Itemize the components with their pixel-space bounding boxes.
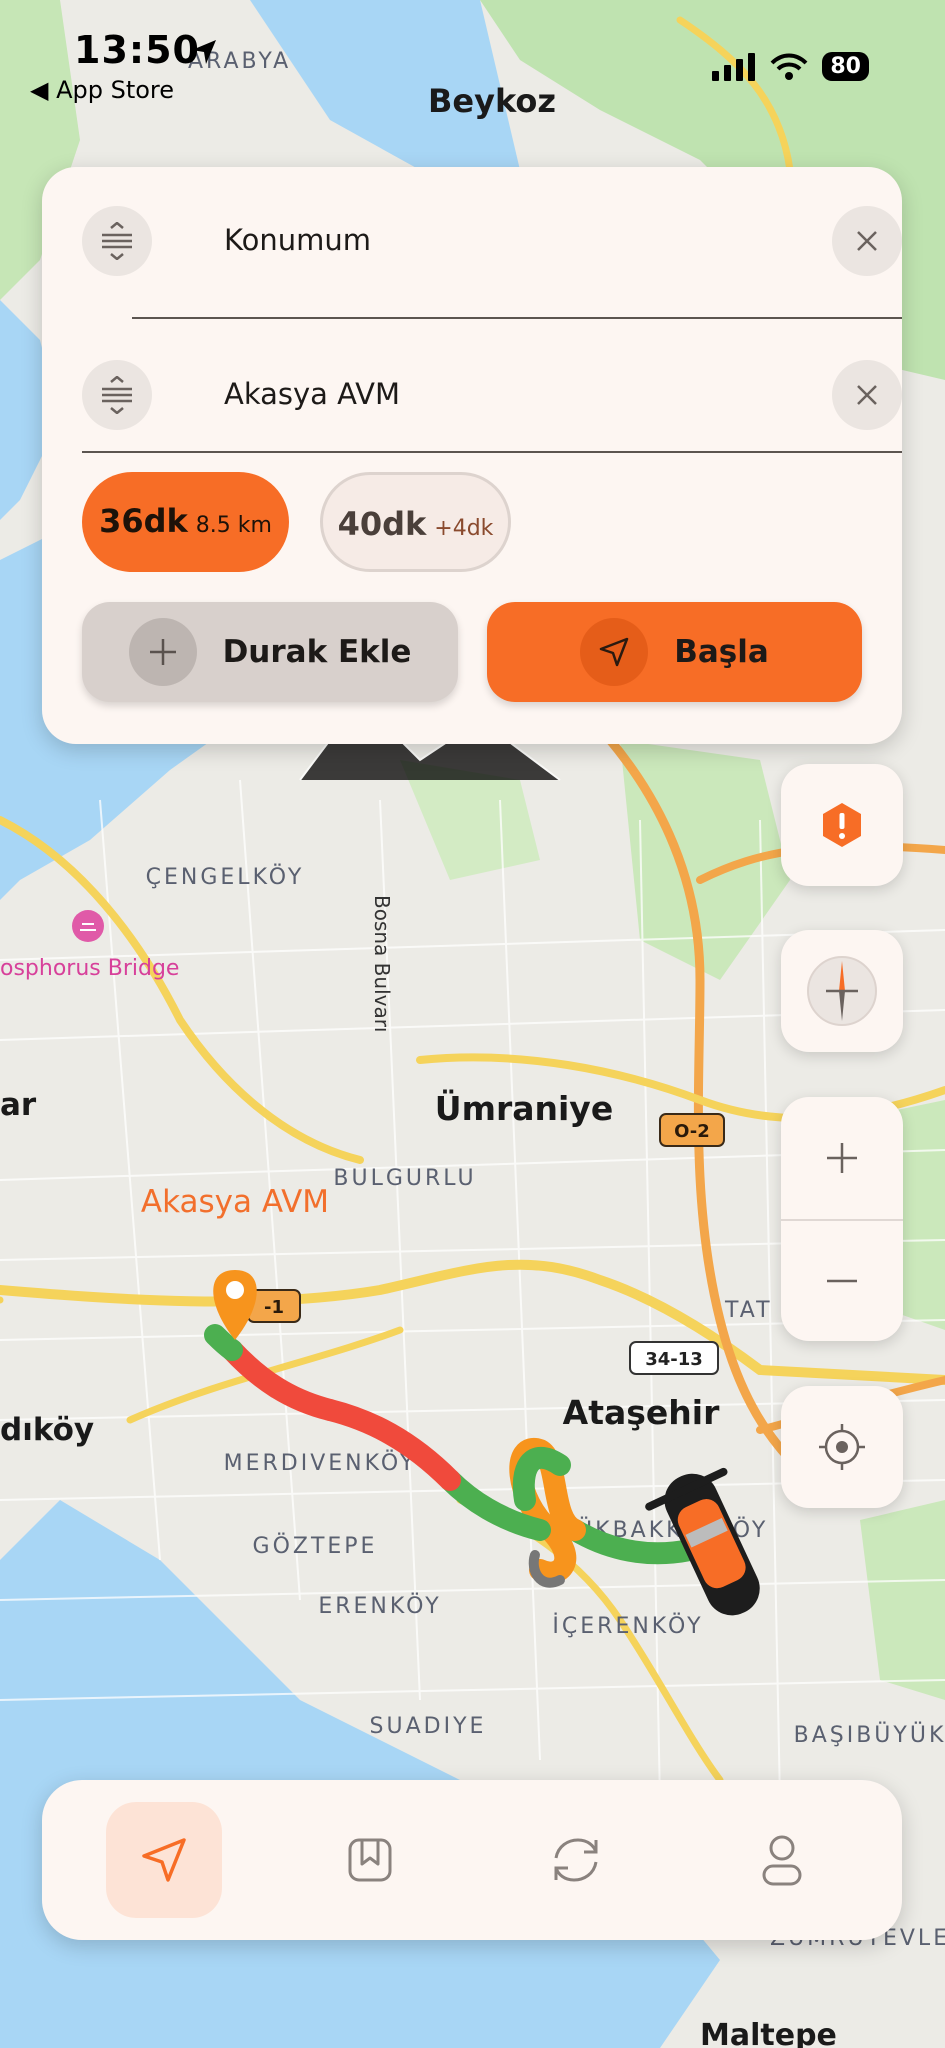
map-shield-d1: -1 <box>264 1297 284 1318</box>
map-shield-o2: O-2 <box>674 1121 710 1142</box>
origin-reorder-handle[interactable] <box>82 206 152 276</box>
reorder-icon <box>102 222 132 260</box>
map-label-erenkoy: ERENKÖY <box>318 1593 441 1619</box>
tab-profile[interactable] <box>724 1802 840 1918</box>
navigation-arrow-icon <box>142 1838 186 1882</box>
report-hazard-button[interactable] <box>781 764 903 886</box>
map-label-bosphorus-bridge: osphorus Bridge <box>0 956 179 981</box>
start-navigation-button[interactable]: Başla <box>487 602 862 702</box>
origin-input[interactable]: Konumum <box>224 223 371 257</box>
compass-button[interactable] <box>781 930 903 1052</box>
navigation-arrow-icon <box>580 618 649 686</box>
origin-row: Konumum <box>82 203 902 279</box>
map-label-ar: ar <box>0 1087 37 1123</box>
bottom-navigation-bar <box>42 1780 902 1940</box>
route-duration: 36dk <box>99 502 188 540</box>
compass-needle-icon <box>807 956 877 1026</box>
destination-reorder-handle[interactable] <box>82 360 152 430</box>
crosshair-icon <box>819 1424 865 1470</box>
map-label-tat: TAT <box>724 1298 773 1323</box>
map-label-basibuyuk: BAŞIBÜYÜK <box>794 1722 945 1748</box>
tab-navigation[interactable] <box>106 1802 222 1918</box>
map-label-akasya-avm: Akasya AVM <box>141 1184 329 1220</box>
add-stop-button[interactable]: Durak Ekle <box>82 602 458 702</box>
tab-saved[interactable] <box>312 1802 428 1918</box>
status-time: 13:50 <box>74 28 200 72</box>
route-option-alternative[interactable]: 40dk +4dk <box>320 472 511 572</box>
map-label-maltepe: Maltepe <box>700 2018 837 2048</box>
profile-icon <box>762 1835 802 1886</box>
battery-indicator: 80 <box>822 52 869 81</box>
start-label: Başla <box>674 634 769 670</box>
back-to-app-store-link[interactable]: ◀ App Store <box>30 76 174 104</box>
field-divider <box>82 451 902 453</box>
status-bar: 13:50 ◀ App Store 80 <box>0 0 945 110</box>
field-divider <box>132 317 902 319</box>
wifi-icon <box>770 53 808 80</box>
map-label-icerenkoy: İÇERENKÖY <box>552 1613 703 1639</box>
route-duration: 40dk <box>337 505 427 543</box>
tab-history[interactable] <box>518 1802 634 1918</box>
add-stop-label: Durak Ekle <box>222 634 412 670</box>
my-location-button[interactable] <box>781 1386 903 1508</box>
route-delay: +4dk <box>434 516 494 541</box>
destination-input[interactable]: Akasya AVM <box>224 377 400 411</box>
map-label-suadiye: SUADIYE <box>370 1714 487 1739</box>
map-label-atasehir: Ataşehir <box>563 1393 720 1432</box>
close-icon <box>857 385 877 405</box>
route-distance: 8.5 km <box>195 513 272 538</box>
map-shield-3413: 34-13 <box>645 1349 703 1370</box>
zoom-controls <box>781 1097 903 1341</box>
close-icon <box>857 231 877 251</box>
plus-icon <box>128 618 197 686</box>
zoom-in-button[interactable] <box>781 1097 903 1219</box>
minus-icon <box>827 1279 857 1283</box>
map-label-kadikoy: dıköy <box>0 1412 94 1448</box>
route-planner-card: Konumum Akasya AVM 36dk 8.5 km 40dk +4dk… <box>42 167 902 744</box>
map-label-goztepe: GÖZTEPE <box>253 1533 378 1559</box>
refresh-icon <box>554 1838 598 1882</box>
map-label-umraniye: Ümraniye <box>435 1088 613 1128</box>
zoom-out-button[interactable] <box>781 1219 903 1341</box>
map-label-merdivenkoy: MERDIVENKÖY <box>224 1450 417 1476</box>
map-label-bosna-bulvari: Bosna Bulvarı <box>370 895 394 1033</box>
cellular-signal-icon <box>712 52 756 81</box>
plus-icon <box>827 1143 857 1173</box>
status-icons: 80 <box>712 52 869 81</box>
clear-origin-button[interactable] <box>832 206 902 276</box>
hexagon-exclamation-icon <box>823 803 861 847</box>
location-arrow-icon <box>192 40 216 64</box>
map-label-bulgurlu: BULGURLU <box>333 1166 476 1191</box>
destination-row: Akasya AVM <box>82 357 902 433</box>
clear-destination-button[interactable] <box>832 360 902 430</box>
reorder-icon <box>102 376 132 414</box>
route-option-selected[interactable]: 36dk 8.5 km <box>82 472 289 572</box>
map-label-cengelkoy: ÇENGELKÖY <box>146 864 305 890</box>
bookmark-icon <box>348 1838 392 1882</box>
